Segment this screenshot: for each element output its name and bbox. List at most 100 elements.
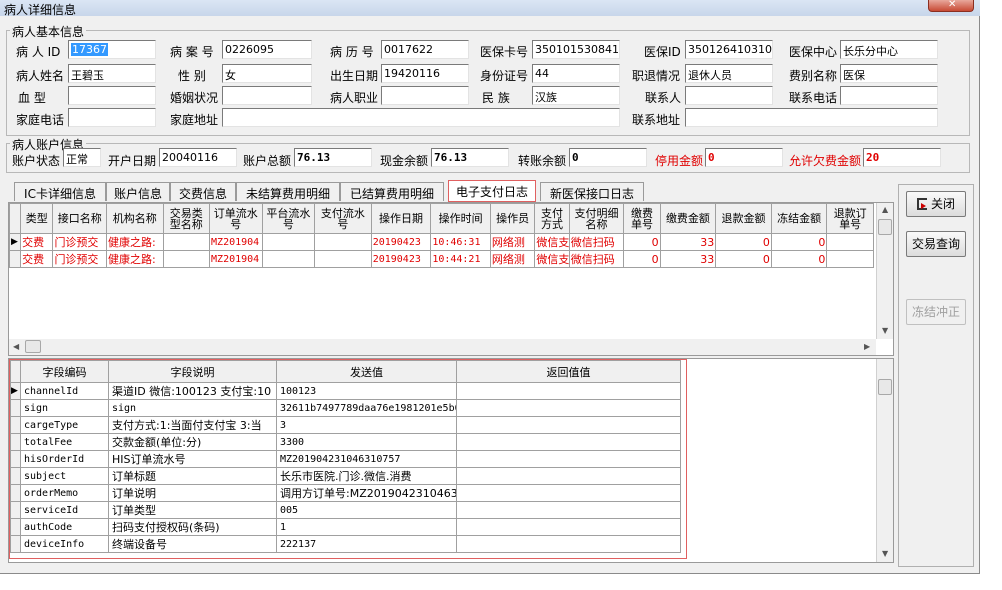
return-value[interactable] — [456, 467, 681, 485]
send-value[interactable]: 005 — [276, 501, 457, 519]
grid1-header[interactable]: 退款金额 — [715, 203, 772, 234]
grid-cell[interactable]: 网络测 — [489, 250, 536, 268]
field-desc[interactable]: 渠道ID 微信:100123 支付宝:10 — [108, 382, 277, 400]
grid-cell[interactable]: 0 — [715, 250, 772, 268]
transfer-balance-field[interactable]: 0 — [569, 148, 647, 167]
grid1-header[interactable]: 缴费金额 — [659, 203, 717, 234]
table-row[interactable]: 交费 门诊预交 健康之路: MZ201904 20190423 10:44:21… — [8, 250, 874, 268]
cash-balance-field[interactable]: 76.13 — [431, 148, 509, 167]
grid-cell[interactable]: 健康之路: — [105, 250, 164, 268]
scroll-left-icon[interactable]: ◀ — [13, 342, 19, 351]
field-code[interactable]: cargeType — [20, 416, 109, 434]
tab-e-payment-log[interactable]: 电子支付日志 — [448, 180, 536, 202]
grid1-header[interactable]: 操作日期 — [370, 203, 432, 234]
grid-cell[interactable]: 10:44:21 — [430, 250, 491, 268]
return-value[interactable] — [456, 433, 681, 451]
grid-cell[interactable]: 0 — [770, 233, 828, 251]
grid-cell[interactable] — [261, 250, 316, 268]
grid2-header[interactable]: 发送值 — [276, 360, 457, 383]
contact-address-field[interactable] — [685, 108, 938, 127]
field-code[interactable]: authCode — [20, 518, 109, 536]
grid1-vertical-scrollbar[interactable]: ▲ ▼ — [876, 203, 893, 339]
return-value[interactable] — [456, 416, 681, 434]
table-row[interactable]: deviceInfo 终端设备号 222137 — [10, 535, 681, 553]
table-row[interactable]: authCode 扫码支付授权码(条码) 1 — [10, 518, 681, 536]
field-code[interactable]: serviceId — [20, 501, 109, 519]
scroll-right-icon[interactable]: ▶ — [864, 342, 870, 351]
send-value[interactable]: 调用方订单号:MZ20190423104631 — [276, 484, 457, 502]
table-row[interactable]: serviceId 订单类型 005 — [10, 501, 681, 519]
send-value[interactable]: 100123 — [276, 382, 457, 400]
grid-cell[interactable]: 健康之路: — [105, 233, 164, 251]
field-desc[interactable]: 订单类型 — [108, 501, 277, 519]
grid-cell[interactable]: MZ201904 — [209, 250, 263, 268]
insurance-id-field[interactable]: 35012641031008 — [685, 40, 773, 59]
table-row[interactable]: ▶ channelId 渠道ID 微信:100123 支付宝:10 100123 — [10, 382, 681, 400]
grid1-header[interactable]: 操作员 — [489, 203, 536, 234]
contact-phone-field[interactable] — [840, 86, 938, 105]
scroll-thumb[interactable] — [878, 379, 892, 395]
return-value[interactable] — [456, 484, 681, 502]
field-desc[interactable]: 订单说明 — [108, 484, 277, 502]
grid1-header[interactable]: 平台流水号 — [261, 203, 316, 234]
grid-cell[interactable] — [261, 233, 316, 251]
grid-cell[interactable] — [826, 233, 874, 251]
grid1-header[interactable]: 操作时间 — [430, 203, 491, 234]
grid-cell[interactable] — [314, 250, 372, 268]
insurance-center-field[interactable]: 长乐分中心 — [840, 40, 938, 59]
grid-cell[interactable]: 微信支 — [534, 233, 570, 251]
fee-type-field[interactable]: 医保 — [840, 64, 938, 83]
field-code[interactable]: totalFee — [20, 433, 109, 451]
grid1-header[interactable]: 接口名称 — [52, 203, 107, 234]
grid1-header[interactable]: 支付流水号 — [314, 203, 372, 234]
grid-cell[interactable] — [162, 250, 211, 268]
tab-ic-card[interactable]: IC卡详细信息 — [14, 182, 106, 201]
tab-settled-fees[interactable]: 已结算费用明细 — [340, 182, 444, 201]
name-field[interactable]: 王碧玉 — [68, 64, 156, 83]
home-address-field[interactable] — [222, 108, 620, 127]
account-total-field[interactable]: 76.13 — [294, 148, 372, 167]
tab-account-info[interactable]: 账户信息 — [106, 182, 170, 201]
return-value[interactable] — [456, 535, 681, 553]
grid-cell[interactable]: 门诊预交 — [52, 233, 107, 251]
grid1-header[interactable]: 类型 — [20, 203, 54, 234]
grid-cell[interactable]: 10:46:31 — [430, 233, 491, 251]
return-value[interactable] — [456, 399, 681, 417]
tab-new-insurance-log[interactable]: 新医保接口日志 — [540, 182, 644, 201]
grid-cell[interactable]: 微信扫码 — [568, 250, 625, 268]
field-desc[interactable]: 交款金额(单位:分) — [108, 433, 277, 451]
grid-cell[interactable]: 微信扫码 — [568, 233, 625, 251]
scroll-down-icon[interactable]: ▼ — [882, 549, 888, 558]
grid1-header[interactable]: 订单流水号 — [209, 203, 263, 234]
grid-cell[interactable]: 20190423 — [370, 250, 432, 268]
frozen-amount-field[interactable]: 0 — [705, 148, 783, 167]
grid-cell[interactable]: 33 — [659, 233, 717, 251]
grid1-header[interactable]: 缴费单号 — [623, 203, 661, 234]
transaction-query-button[interactable]: 交易查询 — [906, 231, 966, 257]
grid1-header[interactable]: 机构名称 — [105, 203, 164, 234]
send-value[interactable]: 长乐市医院.门诊.微信.消费 — [276, 467, 457, 485]
home-phone-field[interactable] — [68, 108, 156, 127]
unfreeze-reversal-button[interactable]: 冻结冲正 — [906, 299, 966, 325]
field-code[interactable]: channelId — [20, 382, 109, 400]
field-desc[interactable]: sign — [108, 399, 277, 417]
marriage-field[interactable] — [222, 86, 312, 105]
grid2-vertical-scrollbar[interactable]: ▼ — [876, 359, 893, 562]
grid-cell[interactable]: 0 — [623, 233, 661, 251]
patient-id-field[interactable]: 17367 — [68, 40, 156, 59]
field-desc[interactable]: 终端设备号 — [108, 535, 277, 553]
field-code[interactable]: subject — [20, 467, 109, 485]
table-row[interactable]: ▶ 交费 门诊预交 健康之路: MZ201904 20190423 10:46:… — [8, 233, 874, 251]
tab-payment-info[interactable]: 交费信息 — [170, 182, 236, 201]
birth-field[interactable]: 19420116 — [381, 64, 469, 83]
grid-cell[interactable]: 交费 — [20, 233, 54, 251]
account-status-field[interactable]: 正常 — [63, 148, 101, 167]
occupation-field[interactable] — [381, 86, 469, 105]
field-desc[interactable]: 订单标题 — [108, 467, 277, 485]
window-close-button[interactable]: ✕ — [928, 0, 974, 12]
return-value[interactable] — [456, 518, 681, 536]
case-no-field[interactable]: 0226095 — [222, 40, 312, 59]
open-date-field[interactable]: 20040116 — [159, 148, 237, 167]
grid1-header[interactable]: 退款订单号 — [826, 203, 874, 234]
insurance-card-field[interactable]: 350101530841 — [532, 40, 620, 59]
